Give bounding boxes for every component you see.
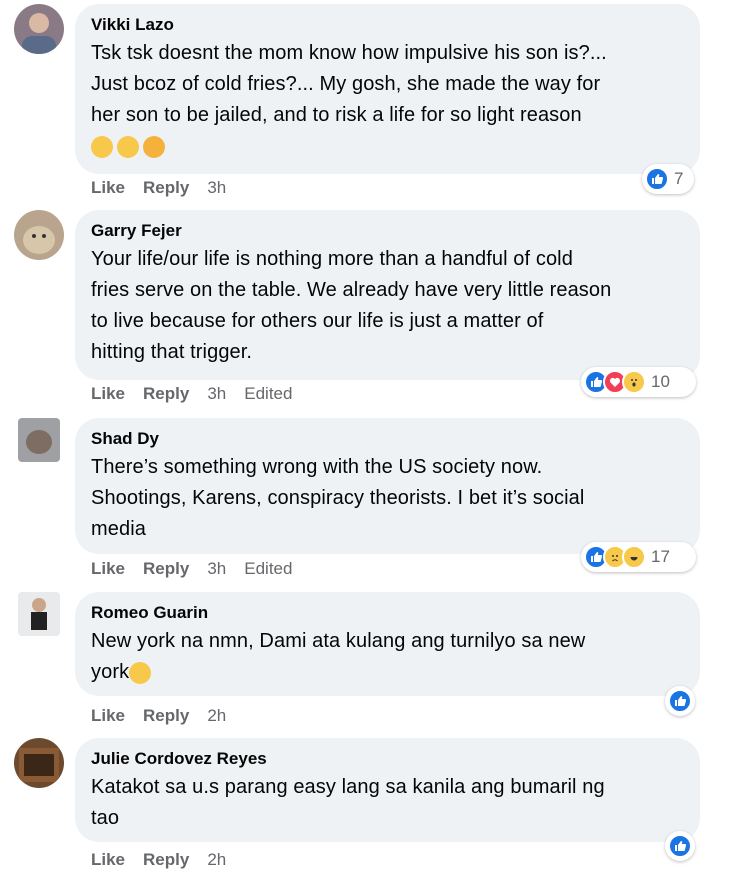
like-button[interactable]: Like (91, 850, 125, 869)
reply-button[interactable]: Reply (143, 706, 189, 725)
haha-reaction-icon (622, 545, 646, 569)
reply-button[interactable]: Reply (143, 178, 189, 197)
edited-label[interactable]: Edited (244, 384, 292, 403)
comment-actions: Like Reply 3h Edited (91, 384, 310, 404)
timestamp[interactable]: 3h (207, 559, 226, 578)
author-name[interactable]: Vikki Lazo (91, 14, 680, 36)
comment-line: her son to be jailed, and to risk a life… (91, 104, 582, 126)
rolling-eyes-emoji (91, 135, 113, 158)
reaction-summary[interactable]: 17 (581, 542, 696, 572)
comment-line: Your life/our life is nothing more than … (91, 248, 573, 270)
comment-line: tao (91, 807, 120, 829)
grinning-emoji (129, 661, 152, 684)
reaction-summary[interactable] (665, 831, 695, 861)
reply-button[interactable]: Reply (143, 384, 189, 403)
reaction-summary[interactable] (665, 686, 695, 716)
timestamp[interactable]: 2h (207, 850, 226, 869)
reaction-count: 7 (674, 169, 684, 188)
reaction-count: 10 (651, 372, 670, 391)
comment-line: to live because for others our life is j… (91, 310, 544, 332)
avatar-image (26, 430, 52, 454)
comment-line: Tsk tsk doesnt the mom know how impulsiv… (91, 42, 607, 64)
comment-text: Tsk tsk doesnt the mom know how impulsiv… (91, 38, 680, 162)
comment-line: Shootings, Karens, conspiracy theorists.… (91, 487, 585, 509)
worried-emoji (117, 135, 139, 158)
comment-line: There’s something wrong with the US soci… (91, 456, 543, 478)
avatar[interactable] (14, 4, 64, 54)
reaction-summary[interactable]: 7 (642, 164, 694, 194)
avatar-image (22, 13, 56, 54)
comment-line: hitting that trigger. (91, 341, 253, 363)
like-reaction-icon (668, 689, 692, 713)
comment-line: Just bcoz of cold fries?... My gosh, she… (91, 73, 601, 95)
reaction-summary[interactable]: 10 (581, 367, 696, 397)
avatar-image (23, 226, 55, 254)
avatar[interactable] (18, 592, 60, 636)
sad-emoji (143, 135, 165, 158)
avatar[interactable] (14, 738, 64, 788)
comment-line: Katakot sa u.s parang easy lang sa kanil… (91, 776, 605, 798)
reply-button[interactable]: Reply (143, 559, 189, 578)
timestamp[interactable]: 3h (207, 178, 226, 197)
comment-bubble: Shad Dy There’s something wrong with the… (75, 418, 700, 554)
comment-bubble: Garry Fejer Your life/our life is nothin… (75, 210, 700, 380)
comment-actions: Like Reply 3h Edited (91, 559, 310, 579)
avatar-image (31, 598, 47, 630)
emoji-row (91, 131, 680, 162)
like-reaction-icon (645, 167, 669, 191)
avatar[interactable] (14, 210, 64, 260)
comment-bubble: Julie Cordovez Reyes Katakot sa u.s para… (75, 738, 700, 842)
comment-line-with-emoji: york (91, 657, 680, 688)
comment-actions: Like Reply 3h (91, 178, 244, 198)
like-reaction-icon (668, 834, 692, 858)
timestamp[interactable]: 2h (207, 706, 226, 725)
comment-text: There’s something wrong with the US soci… (91, 452, 680, 545)
like-button[interactable]: Like (91, 706, 125, 725)
edited-label[interactable]: Edited (244, 559, 292, 578)
comment-text: Your life/our life is nothing more than … (91, 244, 680, 368)
comment-line: york (91, 661, 130, 683)
comment-text: Katakot sa u.s parang easy lang sa kanil… (91, 772, 680, 834)
like-button[interactable]: Like (91, 384, 125, 403)
avatar[interactable] (18, 418, 60, 462)
comment-actions: Like Reply 2h (91, 850, 244, 870)
reaction-count: 17 (651, 547, 670, 566)
comment-line: fries serve on the table. We already hav… (91, 279, 612, 301)
reply-button[interactable]: Reply (143, 850, 189, 869)
comment-bubble: Vikki Lazo Tsk tsk doesnt the mom know h… (75, 4, 700, 174)
timestamp[interactable]: 3h (207, 384, 226, 403)
like-button[interactable]: Like (91, 559, 125, 578)
comment-actions: Like Reply 2h (91, 706, 244, 726)
author-name[interactable]: Garry Fejer (91, 220, 680, 242)
author-name[interactable]: Julie Cordovez Reyes (91, 748, 680, 770)
comment-text: New york na nmn, Dami ata kulang ang tur… (91, 626, 680, 688)
like-button[interactable]: Like (91, 178, 125, 197)
avatar-image (19, 748, 59, 782)
wow-reaction-icon (622, 370, 646, 394)
comment-bubble: Romeo Guarin New york na nmn, Dami ata k… (75, 592, 700, 696)
author-name[interactable]: Romeo Guarin (91, 602, 680, 624)
comment-line: New york na nmn, Dami ata kulang ang tur… (91, 630, 586, 652)
comment-line: media (91, 518, 146, 540)
author-name[interactable]: Shad Dy (91, 428, 680, 450)
